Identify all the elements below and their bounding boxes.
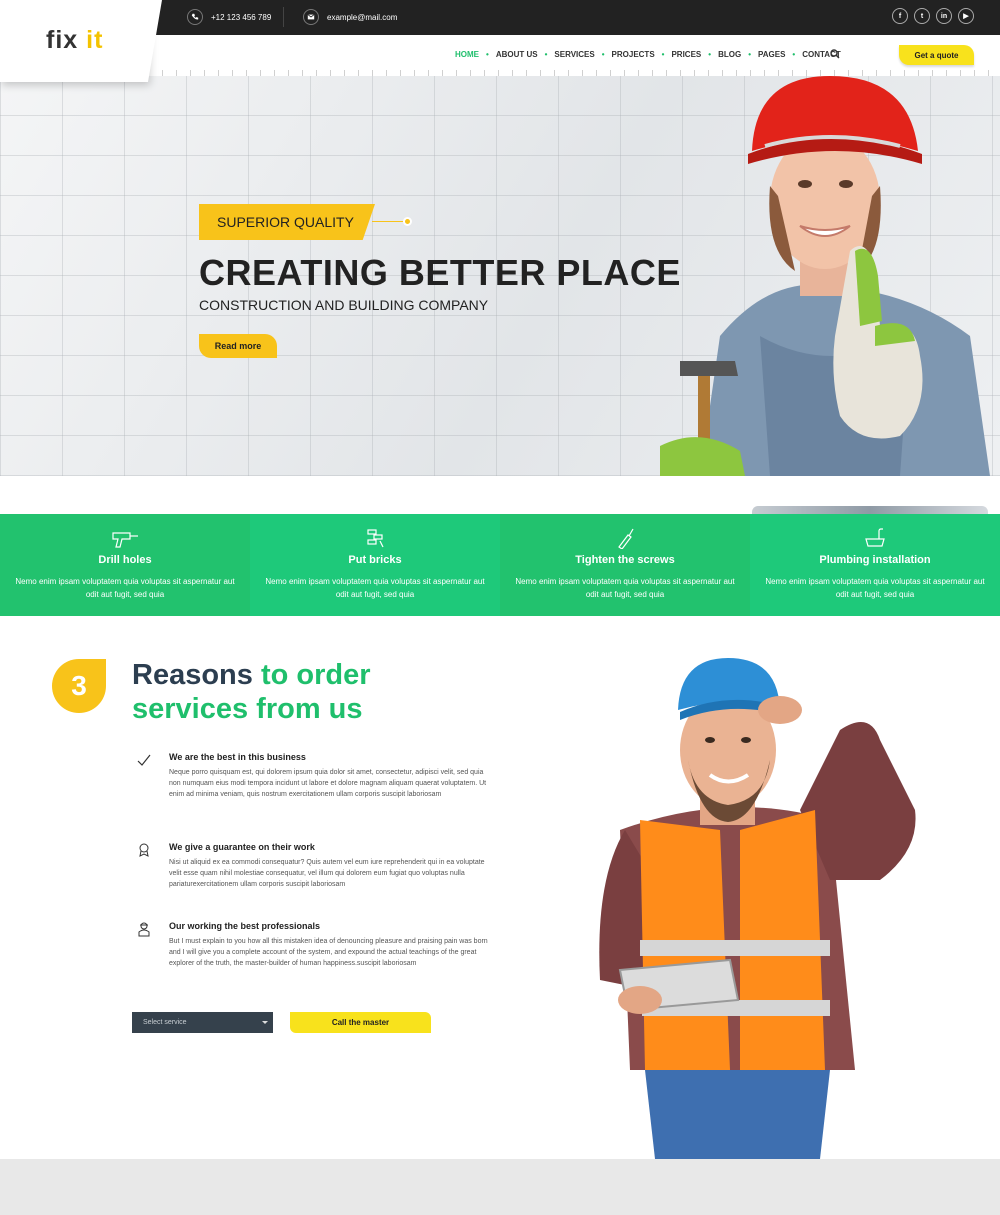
- bricks-icon: [367, 529, 384, 548]
- logo[interactable]: fix it: [46, 26, 103, 55]
- service-select[interactable]: Select service: [132, 1012, 273, 1033]
- hero-worker-image: [660, 76, 990, 476]
- feature-description: Nemo enim ipsam voluptatem quia voluptas…: [265, 577, 485, 599]
- feature-title: Put bricks: [348, 554, 402, 566]
- phone-contact[interactable]: +12 123 456 789: [187, 9, 271, 25]
- reasons-title-dark: Reasons: [132, 659, 253, 691]
- logo-text: fix: [46, 26, 87, 54]
- bathtub-icon: [865, 528, 885, 547]
- features-row: Drill holes Nemo enim ipsam voluptatem q…: [0, 514, 1000, 616]
- award-icon: [139, 843, 149, 857]
- hero-subtitle: CONSTRUCTION AND BUILDING COMPANY: [199, 297, 489, 313]
- nav-separator: •: [748, 50, 751, 59]
- nav-separator: •: [601, 50, 605, 59]
- call-master-button[interactable]: Call the master: [290, 1012, 431, 1033]
- phone-icon: [187, 9, 203, 25]
- linkedin-icon[interactable]: in: [936, 8, 952, 24]
- feature-description: Nemo enim ipsam voluptatem quia voluptas…: [765, 577, 985, 599]
- chevron-down-icon: [262, 1021, 268, 1024]
- twitter-icon[interactable]: t: [914, 8, 930, 24]
- hero-title: CREATING BETTER PLACE: [199, 252, 681, 293]
- hero-tag-line: [372, 221, 406, 222]
- nav-separator: •: [544, 50, 548, 59]
- nav-separator: •: [661, 50, 665, 59]
- nav-prices[interactable]: PRICES: [667, 50, 705, 59]
- nav-pages[interactable]: PAGES: [754, 50, 789, 59]
- email-contact[interactable]: example@mail.com: [303, 9, 397, 25]
- reasons-title: Reasons to order services from us: [132, 658, 371, 726]
- drill-icon: [112, 532, 138, 548]
- feature-title: Tighten the screws: [575, 554, 675, 566]
- email-address: example@mail.com: [327, 12, 398, 22]
- service-select-placeholder: Select service: [143, 1019, 187, 1026]
- feature-description: Nemo enim ipsam voluptatem quia voluptas…: [15, 577, 235, 599]
- reason-description: Nisi ut aliquid ex ea commodi consequatu…: [169, 859, 485, 888]
- main-nav: HOME • ABOUT US • SERVICES • PROJECTS • PRIC…: [451, 50, 845, 59]
- logo-accent: it: [86, 26, 104, 54]
- feature-card-drill[interactable]: Drill holes Nemo enim ipsam voluptatem q…: [0, 514, 250, 616]
- nav-about[interactable]: ABOUT US: [492, 50, 542, 59]
- youtube-icon[interactable]: ▶: [958, 8, 974, 24]
- reason-title: We give a guarantee on their work: [169, 842, 315, 852]
- feature-title: Drill holes: [98, 554, 152, 566]
- reasons-title-green-2: services from us: [132, 693, 363, 725]
- worker-image: [599, 658, 916, 1159]
- feature-card-screws[interactable]: Tighten the screws Nemo enim ipsam volup…: [500, 514, 750, 616]
- search-icon[interactable]: [830, 49, 840, 59]
- phone-number: +12 123 456 789: [211, 12, 272, 22]
- logo-container: fix it: [0, 0, 162, 82]
- feature-description: Nemo enim ipsam voluptatem quia voluptas…: [515, 577, 735, 599]
- nav-separator: •: [792, 50, 796, 59]
- facebook-icon[interactable]: f: [892, 8, 908, 24]
- divider: [283, 7, 284, 27]
- feature-card-plumbing[interactable]: Plumbing installation Nemo enim ipsam vo…: [750, 514, 1000, 616]
- feature-title: Plumbing installation: [819, 554, 931, 566]
- reasons-badge: 3: [52, 659, 106, 713]
- feature-card-bricks[interactable]: Put bricks Nemo enim ipsam voluptatem qu…: [250, 514, 500, 616]
- screwdriver-icon: [618, 528, 634, 549]
- reason-title: Our working the best professionals: [169, 921, 321, 931]
- reason-title: We are the best in this business: [169, 752, 306, 762]
- nav-separator: •: [486, 50, 489, 59]
- nav-blog[interactable]: BLOG: [714, 50, 745, 59]
- nav-separator: •: [708, 50, 712, 59]
- get-quote-button[interactable]: Get a quote: [899, 45, 974, 65]
- nav-home[interactable]: HOME: [451, 50, 483, 59]
- worker-icon: [138, 922, 150, 937]
- checkmark-icon: [137, 754, 151, 766]
- footer-strip: [0, 1159, 1000, 1215]
- hero-tag-dot: [403, 217, 412, 226]
- hero-tag: SUPERIOR QUALITY: [199, 204, 375, 240]
- reason-description: But I must explain to you how all this m…: [169, 938, 488, 967]
- social-links: f t in ▶: [892, 8, 974, 24]
- reasons-title-green-1: to order: [252, 659, 371, 691]
- nav-projects[interactable]: PROJECTS: [608, 50, 659, 59]
- mail-icon: [303, 9, 319, 25]
- read-more-button[interactable]: Read more: [199, 334, 277, 358]
- hero-image-overflow: [752, 506, 988, 514]
- reason-description: Neque porro quisquam est, qui dolorem ip…: [169, 769, 487, 798]
- hero-banner: SUPERIOR QUALITY CREATING BETTER PLACE C…: [0, 76, 1000, 476]
- nav-services[interactable]: SERVICES: [550, 50, 598, 59]
